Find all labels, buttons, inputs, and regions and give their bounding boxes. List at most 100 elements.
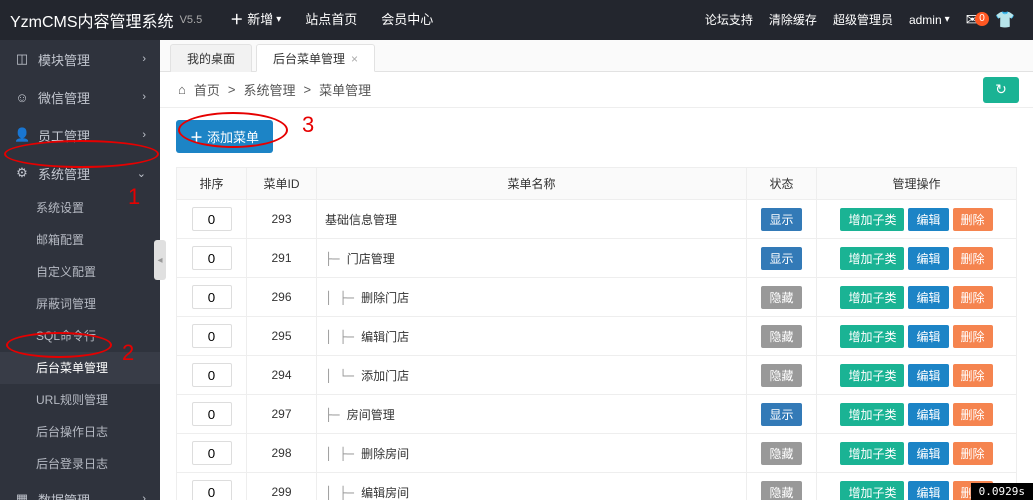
sidebar-sub-custom-config[interactable]: 自定义配置	[0, 256, 160, 288]
add-menu-button[interactable]: ＋添加菜单	[176, 120, 273, 153]
delete-button[interactable]: 删除	[953, 247, 993, 270]
admin-dropdown[interactable]: admin	[901, 0, 958, 40]
delete-button[interactable]: 删除	[953, 286, 993, 309]
refresh-button[interactable]: ↻	[983, 77, 1019, 103]
menu-name-cell: │ ├─ 删除门店	[317, 278, 747, 317]
delete-button[interactable]: 删除	[953, 208, 993, 231]
sort-input[interactable]	[192, 363, 232, 387]
add-child-button[interactable]: 增加子类	[840, 286, 904, 309]
menu-name-cell: │ ├─ 编辑房间	[317, 473, 747, 500]
th-id: 菜单ID	[247, 168, 317, 200]
module-icon: ◫	[14, 51, 30, 67]
menu-name-cell: 基础信息管理	[317, 200, 747, 239]
member-center-link[interactable]: 会员中心	[369, 0, 445, 40]
edit-button[interactable]: 编辑	[908, 403, 948, 426]
breadcrumb: ⌂ 首页 > 系统管理 > 菜单管理 ↻	[160, 72, 1033, 108]
table-row: 297├─ 房间管理显示增加子类编辑删除	[177, 395, 1017, 434]
theme-icon[interactable]: 👕	[987, 10, 1023, 30]
status-tag[interactable]: 显示	[761, 247, 801, 270]
sidebar-sub-system-settings[interactable]: 系统设置	[0, 192, 160, 224]
sort-input[interactable]	[192, 441, 232, 465]
status-tag[interactable]: 隐藏	[761, 481, 801, 500]
sidebar-item-staff[interactable]: 👤员工管理›	[0, 116, 160, 154]
edit-button[interactable]: 编辑	[908, 481, 948, 500]
super-admin-label: 超级管理员	[825, 0, 901, 40]
status-tag[interactable]: 隐藏	[761, 364, 801, 387]
sort-input[interactable]	[192, 285, 232, 309]
add-child-button[interactable]: 增加子类	[840, 442, 904, 465]
crumb-home[interactable]: 首页	[194, 80, 220, 99]
add-child-button[interactable]: 增加子类	[840, 247, 904, 270]
sidebar-item-module[interactable]: ◫模块管理›	[0, 40, 160, 78]
tree-prefix: │ └─	[325, 369, 361, 383]
sidebar-sub-op-log[interactable]: 后台操作日志	[0, 416, 160, 448]
wechat-icon: ☺	[14, 90, 30, 105]
status-tag[interactable]: 显示	[761, 403, 801, 426]
add-child-button[interactable]: 增加子类	[840, 364, 904, 387]
delete-button[interactable]: 删除	[953, 325, 993, 348]
table-row: 293基础信息管理显示增加子类编辑删除	[177, 200, 1017, 239]
status-tag[interactable]: 隐藏	[761, 442, 801, 465]
menu-name: 房间管理	[347, 408, 395, 422]
edit-button[interactable]: 编辑	[908, 325, 948, 348]
sidebar-sub-sql[interactable]: SQL命令行	[0, 320, 160, 352]
sort-input[interactable]	[192, 246, 232, 270]
sort-input[interactable]	[192, 402, 232, 426]
chevron-down-icon: ⌄	[137, 167, 146, 180]
menu-id: 297	[247, 395, 317, 434]
delete-button[interactable]: 删除	[953, 442, 993, 465]
menu-name: 添加门店	[361, 369, 409, 383]
menu-id: 298	[247, 434, 317, 473]
add-child-button[interactable]: 增加子类	[840, 403, 904, 426]
chevron-right-icon: ›	[142, 53, 146, 65]
edit-button[interactable]: 编辑	[908, 208, 948, 231]
sidebar-sub-backend-menu[interactable]: 后台菜单管理	[0, 352, 160, 384]
table-row: 296│ ├─ 删除门店隐藏增加子类编辑删除	[177, 278, 1017, 317]
sidebar-resize-handle[interactable]: ◂	[154, 240, 166, 280]
edit-button[interactable]: 编辑	[908, 442, 948, 465]
message-icon[interactable]: ✉0	[958, 10, 987, 30]
sort-input[interactable]	[192, 480, 232, 500]
forum-support-link[interactable]: 论坛支持	[697, 0, 761, 40]
home-icon: ⌂	[178, 82, 186, 97]
menu-name: 编辑门店	[361, 330, 409, 344]
plus-icon: ＋	[190, 127, 203, 146]
table-row: 295│ ├─ 编辑门店隐藏增加子类编辑删除	[177, 317, 1017, 356]
add-child-button[interactable]: 增加子类	[840, 208, 904, 231]
sidebar-sub-login-log[interactable]: 后台登录日志	[0, 448, 160, 480]
sidebar-item-system[interactable]: ⚙系统管理⌄	[0, 154, 160, 192]
sidebar-item-wechat[interactable]: ☺微信管理›	[0, 78, 160, 116]
site-home-link[interactable]: 站点首页	[293, 0, 369, 40]
sidebar-sub-block-words[interactable]: 屏蔽词管理	[0, 288, 160, 320]
menu-name: 基础信息管理	[325, 213, 397, 227]
tree-prefix: │ ├─	[325, 486, 361, 500]
data-icon: ▦	[14, 491, 30, 500]
status-tag[interactable]: 显示	[761, 208, 801, 231]
tab-desktop[interactable]: 我的桌面	[170, 44, 252, 72]
edit-button[interactable]: 编辑	[908, 247, 948, 270]
sidebar-sub-mail-config[interactable]: 邮箱配置	[0, 224, 160, 256]
gear-icon: ⚙	[14, 165, 30, 181]
clear-cache-link[interactable]: 清除缓存	[761, 0, 825, 40]
status-tag[interactable]: 隐藏	[761, 325, 801, 348]
add-child-button[interactable]: 增加子类	[840, 481, 904, 500]
table-header-row: 排序 菜单ID 菜单名称 状态 管理操作	[177, 168, 1017, 200]
edit-button[interactable]: 编辑	[908, 364, 948, 387]
sort-input[interactable]	[192, 207, 232, 231]
tree-prefix: │ ├─	[325, 447, 361, 461]
sidebar-item-data[interactable]: ▦数据管理›	[0, 480, 160, 500]
crumb-system[interactable]: 系统管理	[243, 80, 295, 99]
tab-backend-menu[interactable]: 后台菜单管理×	[256, 44, 375, 72]
tabs: 我的桌面 后台菜单管理×	[160, 40, 1033, 72]
close-icon[interactable]: ×	[351, 52, 358, 66]
sort-input[interactable]	[192, 324, 232, 348]
brand: YzmCMS内容管理系统	[10, 8, 174, 32]
add-child-button[interactable]: 增加子类	[840, 325, 904, 348]
delete-button[interactable]: 删除	[953, 364, 993, 387]
edit-button[interactable]: 编辑	[908, 286, 948, 309]
status-tag[interactable]: 隐藏	[761, 286, 801, 309]
delete-button[interactable]: 删除	[953, 403, 993, 426]
sidebar-sub-url-rules[interactable]: URL规则管理	[0, 384, 160, 416]
menu-id: 291	[247, 239, 317, 278]
add-new-button[interactable]: ＋新增	[218, 0, 293, 40]
